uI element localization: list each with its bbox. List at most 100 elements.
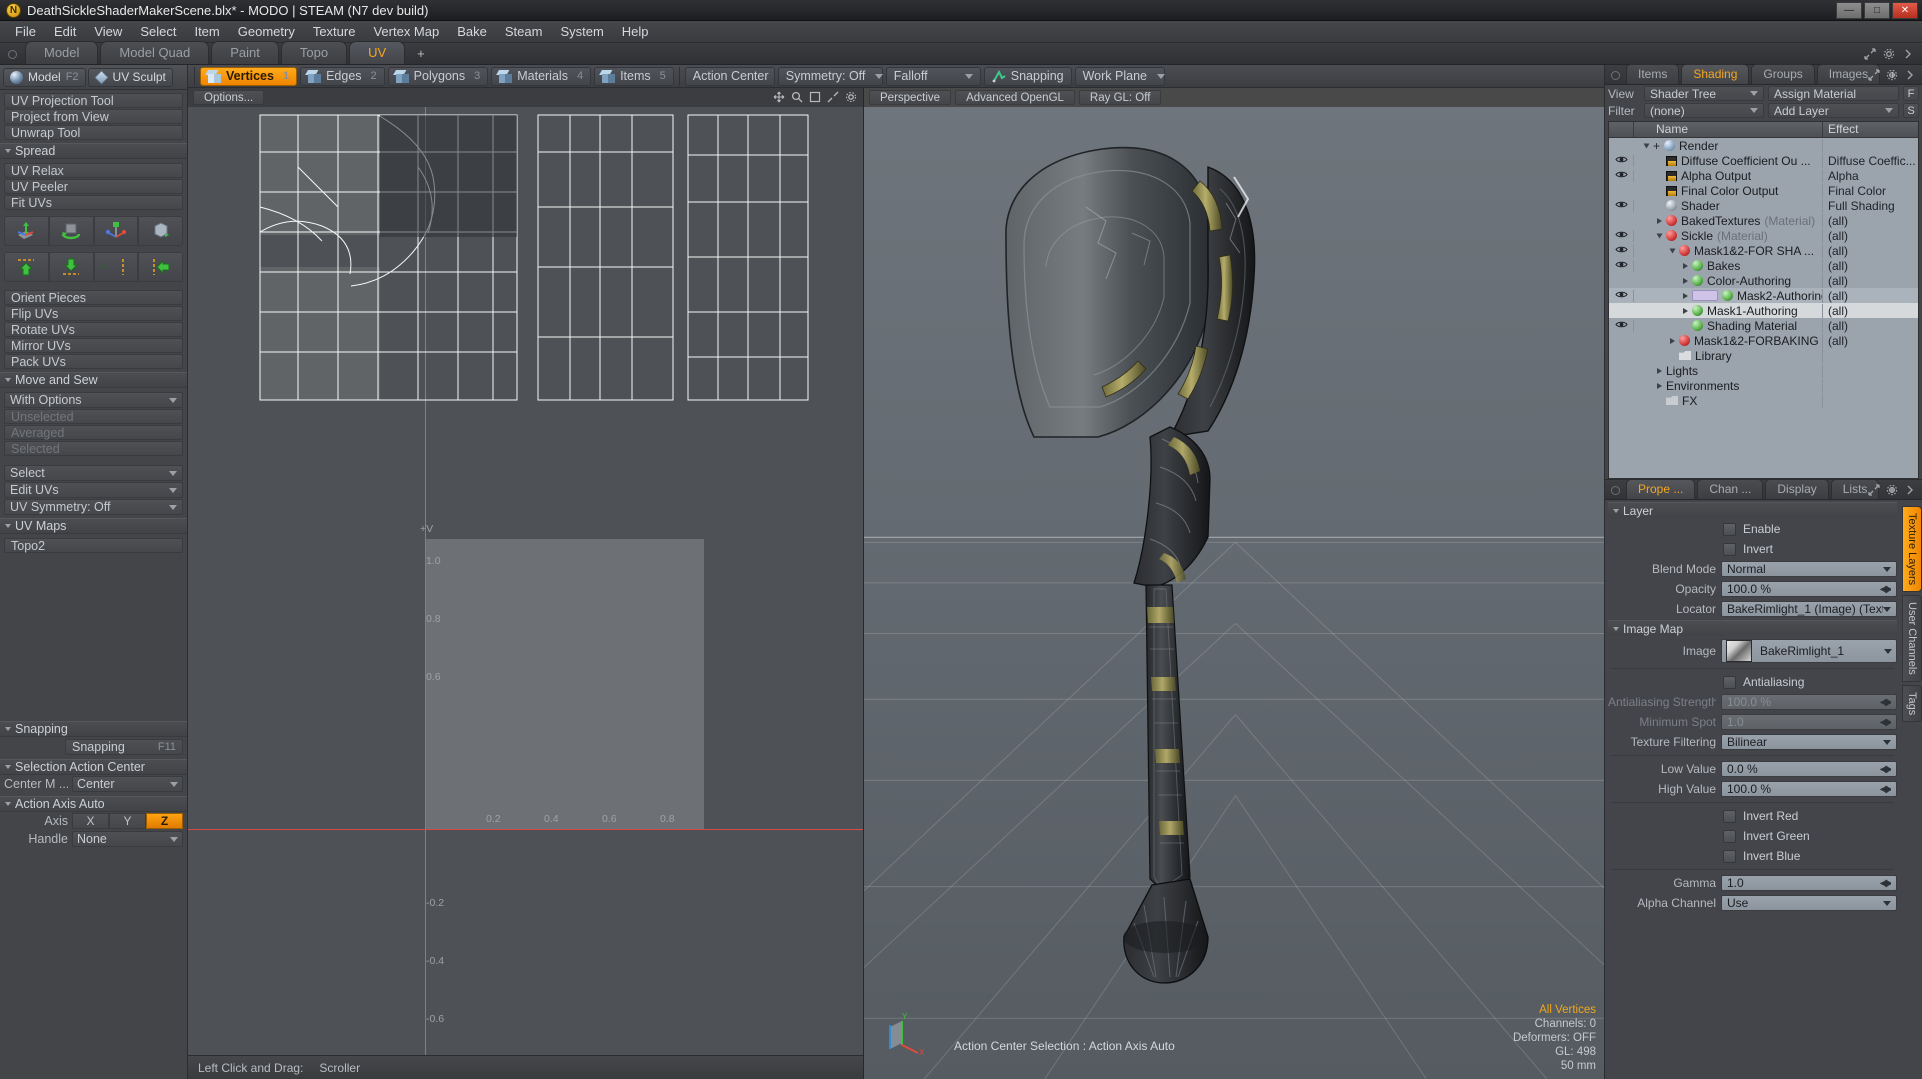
falloff-dropdown[interactable]: Falloff	[886, 67, 981, 86]
locator-dropdown[interactable]: BakeRimlight_1 (Image) (Text ...	[1721, 601, 1897, 617]
advanced-opengl-button[interactable]: Advanced OpenGL	[955, 90, 1075, 105]
low-value-field[interactable]: 0.0 % ◀▶	[1721, 761, 1897, 777]
tab-properties[interactable]: Prope ...	[1626, 479, 1695, 499]
menu-view[interactable]: View	[85, 22, 131, 41]
section-image-map[interactable]: Image Map	[1608, 620, 1897, 636]
texture-filtering-dropdown[interactable]: Bilinear	[1721, 734, 1897, 750]
menu-geometry[interactable]: Geometry	[229, 22, 304, 41]
shader-tree-row[interactable]: Sickle(Material)(all)	[1609, 228, 1918, 243]
tab-display[interactable]: Display	[1765, 479, 1828, 499]
shader-tree-row[interactable]: Lights	[1609, 363, 1918, 378]
shader-tree[interactable]: Name Effect +RenderDiffuse Coefficient O…	[1608, 121, 1919, 479]
tool-pack-uvs[interactable]: Pack UVs	[4, 354, 183, 369]
zoom-view-icon[interactable]	[791, 91, 803, 103]
tab-uv[interactable]: UV	[349, 41, 405, 64]
visibility-eye-icon[interactable]	[1609, 260, 1634, 272]
section-selection-action-center[interactable]: Selection Action Center	[0, 759, 187, 775]
chevron-right-icon[interactable]	[1904, 484, 1916, 496]
tab-shading[interactable]: Shading	[1681, 64, 1749, 84]
mode-polygons-button[interactable]: Polygons 3	[388, 67, 489, 86]
tool-rotate-uvs[interactable]: Rotate UVs	[4, 322, 183, 337]
snapping-toolbar-button[interactable]: Snapping	[984, 67, 1072, 86]
chevron-right-icon[interactable]	[1683, 278, 1688, 284]
section-action-axis-auto[interactable]: Action Axis Auto	[0, 796, 187, 812]
handle-dropdown[interactable]: None	[72, 831, 183, 847]
symmetry-dropdown[interactable]: Symmetry: Off	[778, 67, 883, 86]
visibility-eye-icon[interactable]	[1609, 320, 1634, 332]
shader-tree-row[interactable]: Library	[1609, 348, 1918, 363]
shader-tree-row[interactable]: Bakes(all)	[1609, 258, 1918, 273]
shader-tree-row[interactable]: BakedTextures(Material)(all)	[1609, 213, 1918, 228]
tab-items[interactable]: Items	[1626, 64, 1679, 84]
axis-option-z[interactable]: Z	[146, 813, 183, 829]
shader-tree-row[interactable]: Alpha OutputAlpha	[1609, 168, 1918, 183]
viewport-3d-canvas[interactable]: Y X Action Center Selection : Action Axi…	[864, 107, 1604, 1079]
tab-groups[interactable]: Groups	[1751, 64, 1814, 84]
tab-model-quad[interactable]: Model Quad	[100, 41, 209, 64]
gear-icon[interactable]	[1886, 69, 1898, 81]
expand-icon[interactable]	[1864, 48, 1876, 60]
tool-orient-pieces[interactable]: Orient Pieces	[4, 290, 183, 305]
layout-menu-dot-icon[interactable]	[8, 50, 17, 59]
enable-checkbox[interactable]	[1723, 523, 1736, 536]
alpha-channel-dropdown[interactable]: Use	[1721, 895, 1897, 911]
tab-paint[interactable]: Paint	[211, 41, 279, 64]
fit-view-icon[interactable]	[809, 91, 821, 103]
assign-material-shortcut-button[interactable]: F	[1903, 86, 1919, 101]
spinner-icon[interactable]: ◀▶	[1880, 784, 1891, 795]
shader-tree-body[interactable]: +RenderDiffuse Coefficient Ou ...Diffuse…	[1609, 138, 1918, 478]
add-layer-dropdown[interactable]: Add Layer	[1768, 103, 1899, 118]
section-spread[interactable]: Spread	[0, 143, 187, 159]
mode-materials-button[interactable]: Materials 4	[491, 67, 591, 86]
tool-uv-projection[interactable]: UV Projection Tool	[4, 93, 183, 108]
expand-plus-icon[interactable]: +	[1653, 139, 1660, 153]
mode-items-button[interactable]: Items 5	[594, 67, 674, 86]
menu-select[interactable]: Select	[131, 22, 185, 41]
shader-tree-row[interactable]: Environments	[1609, 378, 1918, 393]
properties-menu-dot-icon[interactable]	[1611, 486, 1620, 495]
move-view-icon[interactable]	[773, 91, 785, 103]
transform-tool-icon-button[interactable]	[138, 216, 183, 246]
invert-blue-checkbox[interactable]	[1723, 850, 1736, 863]
visibility-eye-icon[interactable]	[1609, 290, 1634, 302]
add-layer-shortcut-button[interactable]: S	[1903, 103, 1919, 118]
rotate-tool-icon-button[interactable]	[49, 216, 94, 246]
viewport-3d[interactable]: Perspective Advanced OpenGL Ray GL: Off	[864, 88, 1604, 1079]
chevron-right-icon[interactable]	[1902, 48, 1914, 60]
gear-icon[interactable]	[845, 91, 857, 103]
shader-tree-row[interactable]: Color-Authoring(all)	[1609, 273, 1918, 288]
uv-canvas[interactable]: +V 1.0 0.8 0.6 -0.2 -0.4 -0.6 -0.8 -1.0 …	[188, 107, 863, 1055]
chevron-right-icon[interactable]	[1683, 293, 1688, 299]
snapping-toggle-button[interactable]: Snapping F11	[65, 739, 183, 755]
minimize-button[interactable]: —	[1836, 2, 1862, 19]
visibility-eye-icon[interactable]	[1609, 170, 1634, 182]
uv-sculpt-button[interactable]: UV Sculpt	[88, 68, 173, 87]
right-panel-menu-dot-icon[interactable]	[1611, 71, 1620, 80]
shader-tree-row[interactable]: Mask1&2-FOR SHA ...(all)	[1609, 243, 1918, 258]
mode-edges-button[interactable]: Edges 2	[300, 67, 385, 86]
chevron-down-icon[interactable]	[1670, 248, 1676, 253]
close-button[interactable]: ✕	[1892, 2, 1918, 19]
scale-tool-icon-button[interactable]	[94, 216, 139, 246]
ray-gl-button[interactable]: Ray GL: Off	[1079, 90, 1162, 105]
section-move-and-sew[interactable]: Move and Sew	[0, 372, 187, 388]
expand-view-icon[interactable]	[827, 91, 839, 103]
move-up-button[interactable]	[4, 252, 49, 282]
high-value-field[interactable]: 100.0 % ◀▶	[1721, 781, 1897, 797]
tool-mirror-uvs[interactable]: Mirror UVs	[4, 338, 183, 353]
axis-option-x[interactable]: X	[72, 813, 109, 829]
side-tab-tags[interactable]: Tags	[1902, 685, 1922, 722]
side-tab-user-channels[interactable]: User Channels	[1902, 595, 1922, 682]
tool-uv-relax[interactable]: UV Relax	[4, 163, 183, 178]
expand-icon[interactable]	[1868, 69, 1880, 81]
blend-mode-dropdown[interactable]: Normal	[1721, 561, 1897, 577]
tool-flip-uvs[interactable]: Flip UVs	[4, 306, 183, 321]
tab-add[interactable]: +	[407, 43, 435, 64]
perspective-button[interactable]: Perspective	[869, 90, 951, 105]
move-down-button[interactable]	[49, 252, 94, 282]
section-snapping[interactable]: Snapping	[0, 721, 187, 737]
expand-icon[interactable]	[1868, 484, 1880, 496]
invert-checkbox[interactable]	[1723, 543, 1736, 556]
menu-texture[interactable]: Texture	[304, 22, 365, 41]
tool-unwrap[interactable]: Unwrap Tool	[4, 125, 183, 140]
